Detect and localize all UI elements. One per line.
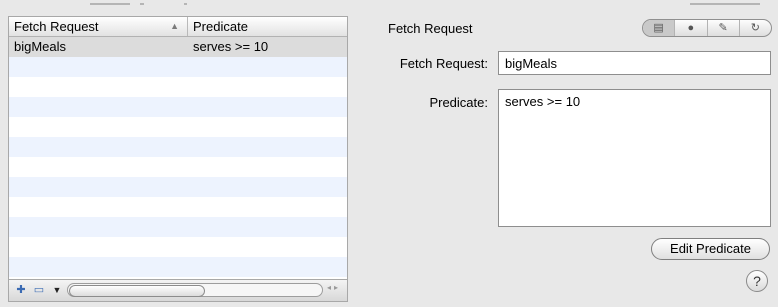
- table-row[interactable]: [9, 257, 347, 277]
- person-icon[interactable]: ●: [675, 20, 708, 36]
- top-mark: [140, 3, 144, 5]
- top-mark: [690, 3, 760, 5]
- table-row[interactable]: [9, 217, 347, 237]
- table-row[interactable]: [9, 77, 347, 97]
- predicate-value: serves >= 10: [193, 39, 269, 54]
- fetch-request-name: bigMeals: [14, 39, 67, 54]
- scrollbar-thumb[interactable]: [69, 285, 205, 297]
- top-mark: [184, 3, 187, 5]
- column-header-fetch-request[interactable]: Fetch Request ▲: [9, 17, 188, 36]
- table-row[interactable]: [9, 117, 347, 137]
- column-header-predicate[interactable]: Predicate: [188, 17, 348, 36]
- table-toolbar: ✚ ▭ ▼ ◂▸: [9, 279, 347, 301]
- inspector-tabs[interactable]: ▤ ● ✎ ↻: [642, 19, 772, 37]
- table-row[interactable]: [9, 137, 347, 157]
- table-row[interactable]: [9, 97, 347, 117]
- top-mark: [90, 3, 130, 5]
- predicate-label: Predicate:: [429, 95, 488, 110]
- table-row[interactable]: [9, 197, 347, 217]
- table-header: Fetch Request ▲ Predicate: [9, 17, 347, 37]
- sort-ascending-icon: ▲: [170, 21, 179, 31]
- fetch-request-table[interactable]: Fetch Request ▲ Predicate bigMeals serve…: [8, 16, 348, 302]
- inspector-title: Fetch Request: [388, 21, 473, 36]
- wrench-icon[interactable]: ✎: [708, 20, 740, 36]
- horizontal-scrollbar[interactable]: [67, 283, 323, 297]
- table-row[interactable]: [9, 157, 347, 177]
- table-row[interactable]: [9, 237, 347, 257]
- column-header-label: Fetch Request: [14, 19, 99, 34]
- refresh-icon[interactable]: ↻: [740, 20, 771, 36]
- fetch-request-label: Fetch Request:: [399, 56, 488, 71]
- table-row[interactable]: bigMeals serves >= 10: [9, 37, 347, 57]
- table-row[interactable]: [9, 177, 347, 197]
- window-top-strip: [0, 0, 778, 16]
- help-button[interactable]: ?: [746, 270, 768, 292]
- table-rows: bigMeals serves >= 10: [9, 37, 347, 297]
- scroll-arrows-icon[interactable]: ◂▸: [327, 283, 341, 292]
- chevron-down-icon[interactable]: ▼: [49, 282, 65, 298]
- edit-predicate-button[interactable]: Edit Predicate: [651, 238, 770, 260]
- column-header-label: Predicate: [193, 19, 248, 34]
- minus-icon[interactable]: ▭: [31, 282, 47, 298]
- plus-icon[interactable]: ✚: [13, 282, 29, 298]
- predicate-textarea[interactable]: serves >= 10: [498, 89, 771, 227]
- table-row[interactable]: [9, 57, 347, 77]
- general-icon[interactable]: ▤: [643, 20, 676, 36]
- fetch-request-field[interactable]: bigMeals: [498, 51, 771, 75]
